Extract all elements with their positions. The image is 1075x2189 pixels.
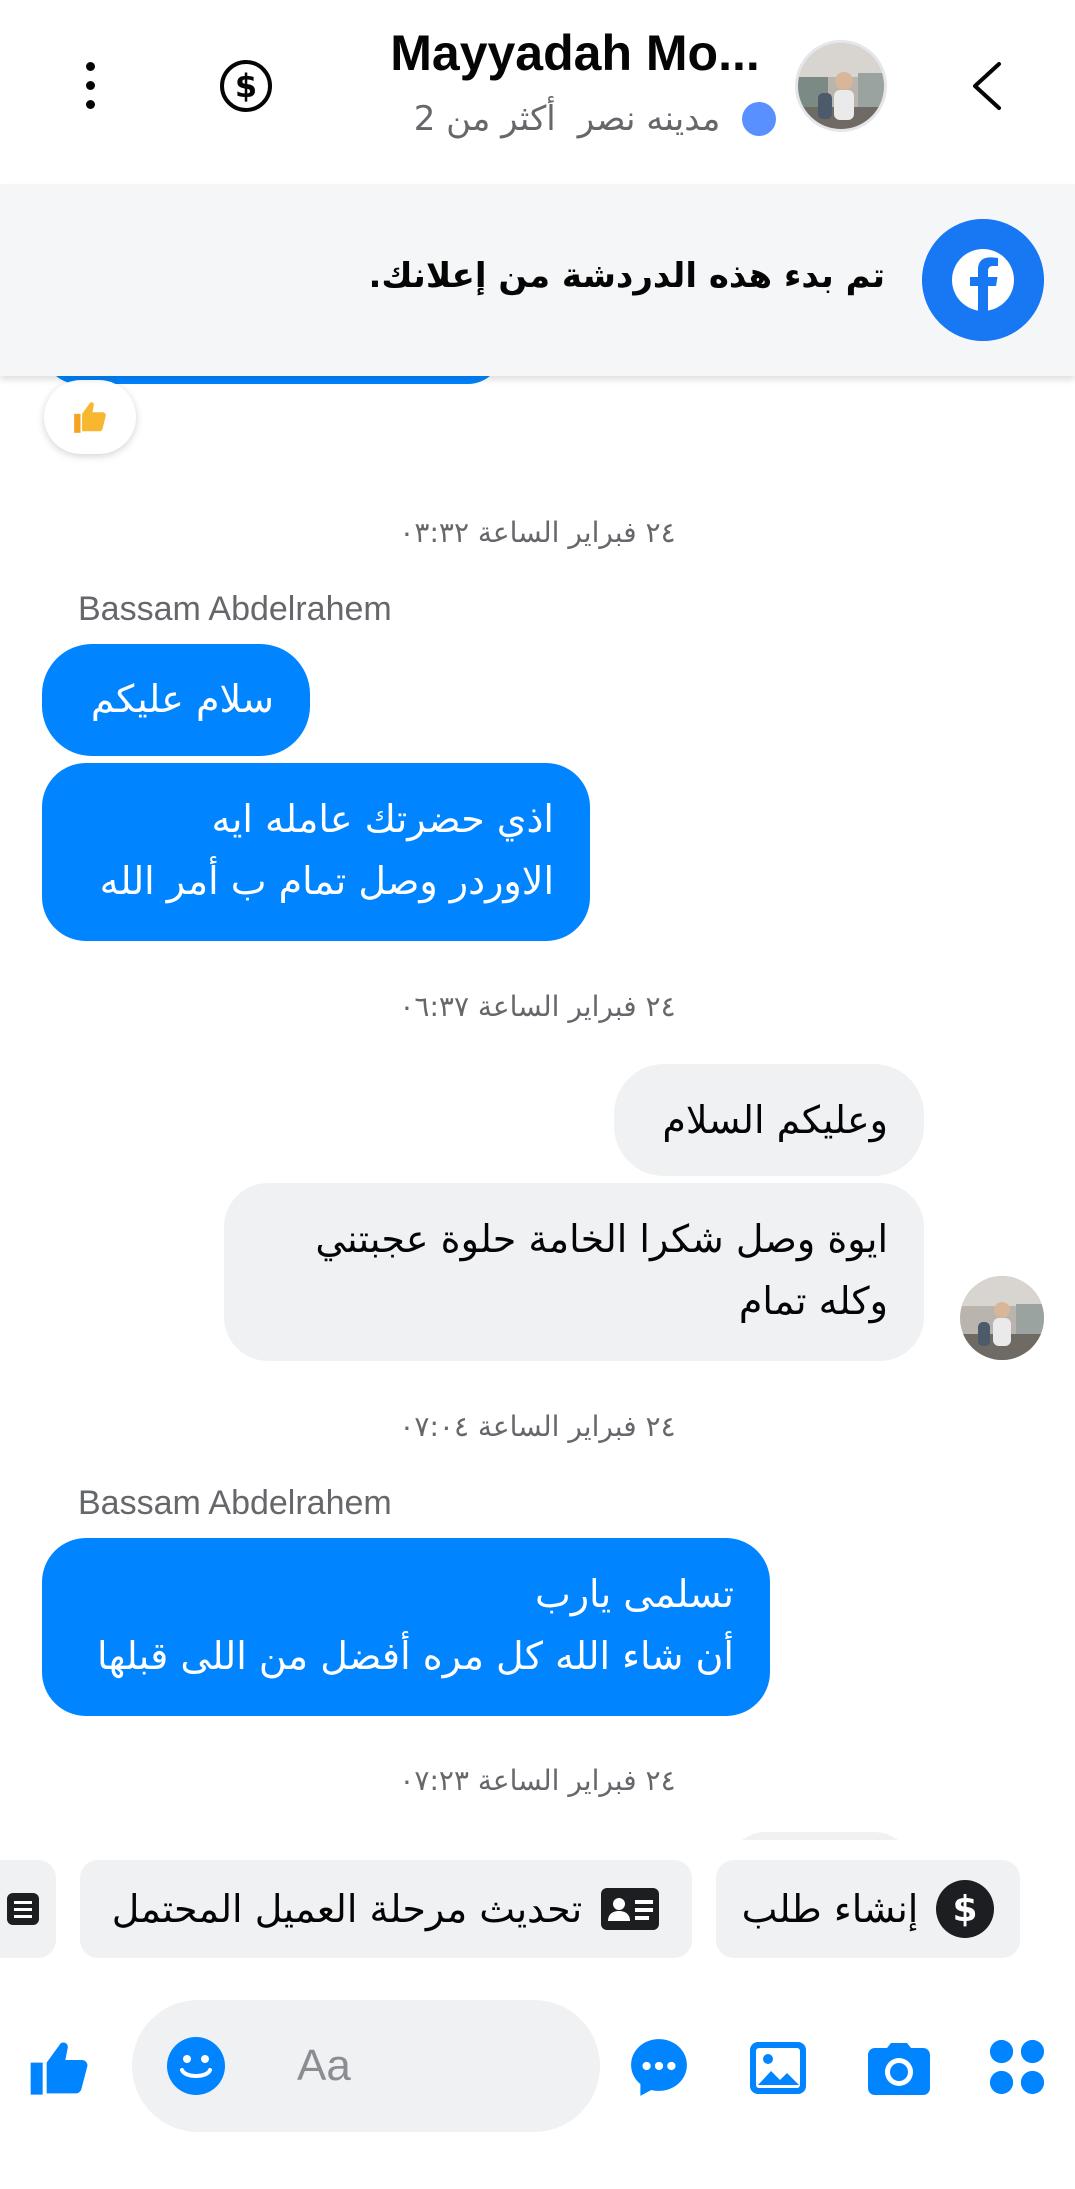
contact-name[interactable]: Mayyadah Mo... [370,24,780,82]
facebook-logo-icon [922,219,1044,341]
message-bubble[interactable]: ايوة وصل شكرا الخامة حلوة عجبتني وكله تم… [224,1183,924,1361]
camera-icon[interactable] [866,2042,932,2098]
message-input-pill[interactable] [132,2000,600,2132]
message-text: وعليكم السلام [662,1098,888,1142]
contact-avatar[interactable] [795,40,887,132]
thumbs-up-emoji-icon [74,402,106,433]
message-bubble[interactable]: تسلمى يارب أن شاء الله كل مره أفضل من ال… [42,1538,770,1716]
message-text-line: تسلمى يارب [534,1572,734,1616]
apps-grid-icon[interactable] [988,2038,1046,2096]
update-lead-stage-label: تحديث مرحلة العميل المحتمل [111,1887,583,1931]
emoji-icon[interactable] [166,2036,226,2096]
message-text-line: أن شاء الله كل مره أفضل من اللى قبلها [96,1634,734,1678]
contact-extra: أكثر من 2 [413,99,556,139]
message-bubble-partial[interactable] [726,1832,914,1840]
message-text-line: وكله تمام [738,1279,888,1323]
sender-name: Bassam Abdelrahem [78,1484,392,1522]
quick-actions-bar: تحديث مرحلة العميل المحتمل $ إنشاء طلب [0,1860,1075,1964]
message-bubble[interactable]: سلام عليكم [42,644,310,756]
gallery-image-icon[interactable] [748,2038,808,2098]
create-order-chip[interactable]: $ إنشاء طلب [716,1860,1020,1958]
ad-origin-text: تم بدء هذه الدردشة من إعلانك. [368,256,885,296]
message-composer [0,2000,1075,2135]
timestamp: ٢٤ فبراير الساعة ٠٧:٢٣ [399,1764,676,1797]
ad-origin-banner: تم بدء هذه الدردشة من إعلانك. [0,184,1075,376]
list-chip[interactable] [0,1860,56,1958]
timestamp: ٢٤ فبراير الساعة ٠٣:٣٢ [399,516,676,549]
message-bubble[interactable]: اذي حضرتك عامله ايه الاوردر وصل تمام ب أ… [42,763,590,941]
sender-name: Bassam Abdelrahem [78,590,392,628]
status-dot-icon [742,102,777,136]
message-thread[interactable]: ٢٤ فبراير الساعة ٠٣:٣٢ Bassam Abdelrahem… [0,376,1075,1840]
chat-bubble-icon[interactable] [628,2036,690,2098]
message-text-line: اذي حضرتك عامله ايه [211,797,554,841]
thumbs-up-reaction[interactable] [44,380,136,454]
dollar-icon[interactable]: $ [220,60,272,112]
contact-subtitle: مدينه نصر أكثر من 2 [400,96,790,142]
back-chevron-icon[interactable] [965,58,1009,114]
timestamp: ٢٤ فبراير الساعة ٠٧:٠٤ [399,1410,676,1443]
svg-text:$: $ [953,1889,978,1930]
more-options-icon[interactable] [62,55,118,115]
message-bubble[interactable]: وعليكم السلام [614,1064,924,1176]
message-text-line: ايوة وصل شكرا الخامة حلوة عجبتني [315,1217,888,1261]
list-icon [7,1893,39,1925]
message-text-line: الاوردر وصل تمام ب أمر الله [99,859,554,903]
timestamp: ٢٤ فبراير الساعة ٠٦:٣٧ [399,990,676,1023]
create-order-label: إنشاء طلب [741,1887,919,1931]
contact-avatar-small[interactable] [960,1276,1044,1360]
update-lead-stage-chip[interactable]: تحديث مرحلة العميل المحتمل [80,1860,692,1958]
conversation-header: $ Mayyadah Mo... مدينه نصر أكثر من 2 [0,0,1075,184]
contact-card-icon [601,1888,660,1930]
message-text: سلام عليكم [90,677,274,721]
contact-location: مدينه نصر [577,99,721,139]
dollar-circle-icon: $ [936,1880,995,1938]
message-input[interactable] [297,2030,577,2102]
thumbs-up-icon[interactable] [28,2036,92,2100]
